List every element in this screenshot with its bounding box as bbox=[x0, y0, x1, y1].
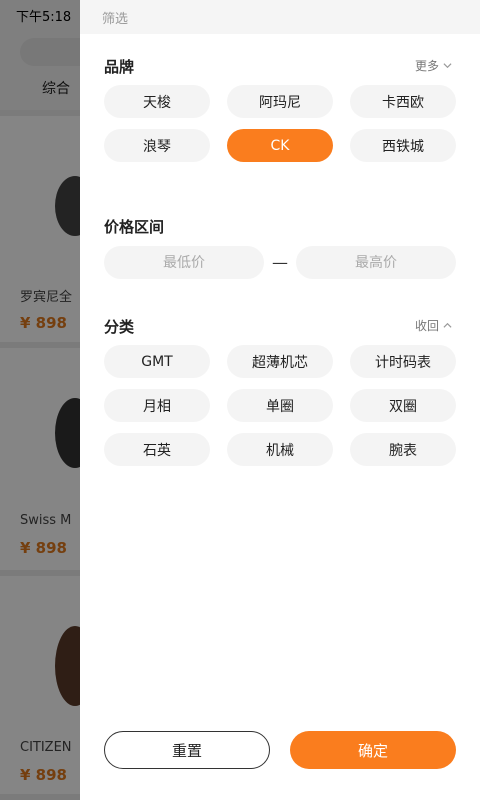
reset-button[interactable]: 重置 bbox=[104, 731, 270, 769]
brand-option-chip[interactable]: 浪琴 bbox=[104, 129, 210, 162]
drawer-title: 筛选 bbox=[102, 11, 129, 27]
brand-options: 天梭 阿玛尼 卡西欧浪琴 CK 西铁城 bbox=[104, 85, 456, 162]
category-option-chip[interactable]: 单圈 bbox=[227, 389, 333, 422]
brand-section-title: 品牌 bbox=[104, 58, 135, 76]
category-options: GMT 超薄机芯 计时码表月相 单圈 双圈石英 机械 腕表 bbox=[104, 345, 456, 466]
category-section-title: 分类 bbox=[104, 318, 135, 336]
max-price-input[interactable] bbox=[296, 246, 456, 279]
brand-more-toggle[interactable]: 更多 bbox=[415, 57, 452, 74]
category-option-chip[interactable]: 双圈 bbox=[350, 389, 456, 422]
brand-option-chip[interactable]: 天梭 bbox=[104, 85, 210, 118]
min-price-input[interactable] bbox=[104, 246, 264, 279]
category-option-chip[interactable]: 机械 bbox=[227, 433, 333, 466]
brand-option-chip[interactable]: 阿玛尼 bbox=[227, 85, 333, 118]
chevron-up-icon bbox=[443, 322, 452, 328]
confirm-button[interactable]: 确定 bbox=[290, 731, 456, 769]
category-option-chip[interactable]: 石英 bbox=[104, 433, 210, 466]
category-option-chip[interactable]: 月相 bbox=[104, 389, 210, 422]
category-collapse-toggle[interactable]: 收回 bbox=[415, 317, 452, 334]
brand-option-chip[interactable]: 卡西欧 bbox=[350, 85, 456, 118]
price-separator: — bbox=[272, 253, 288, 272]
brand-option-chip[interactable]: CK bbox=[227, 129, 333, 162]
category-option-chip[interactable]: 腕表 bbox=[350, 433, 456, 466]
brand-option-chip[interactable]: 西铁城 bbox=[350, 129, 456, 162]
filter-drawer: 筛选 品牌 更多 天梭阿玛尼卡西欧浪琴 CK 西铁城 价格区间 — 分类 收回 GM… bbox=[80, 0, 480, 800]
category-option-chip[interactable]: GMT bbox=[104, 345, 210, 378]
chevron-down-icon bbox=[443, 63, 452, 69]
category-option-chip[interactable]: 超薄机芯 bbox=[227, 345, 333, 378]
drawer-header: 筛选 bbox=[80, 0, 480, 34]
category-option-chip[interactable]: 计时码表 bbox=[350, 345, 456, 378]
category-collapse-label: 收回 bbox=[414, 319, 439, 333]
price-section-title: 价格区间 bbox=[104, 218, 165, 236]
price-range: — bbox=[104, 246, 456, 279]
brand-more-label: 更多 bbox=[414, 59, 439, 73]
